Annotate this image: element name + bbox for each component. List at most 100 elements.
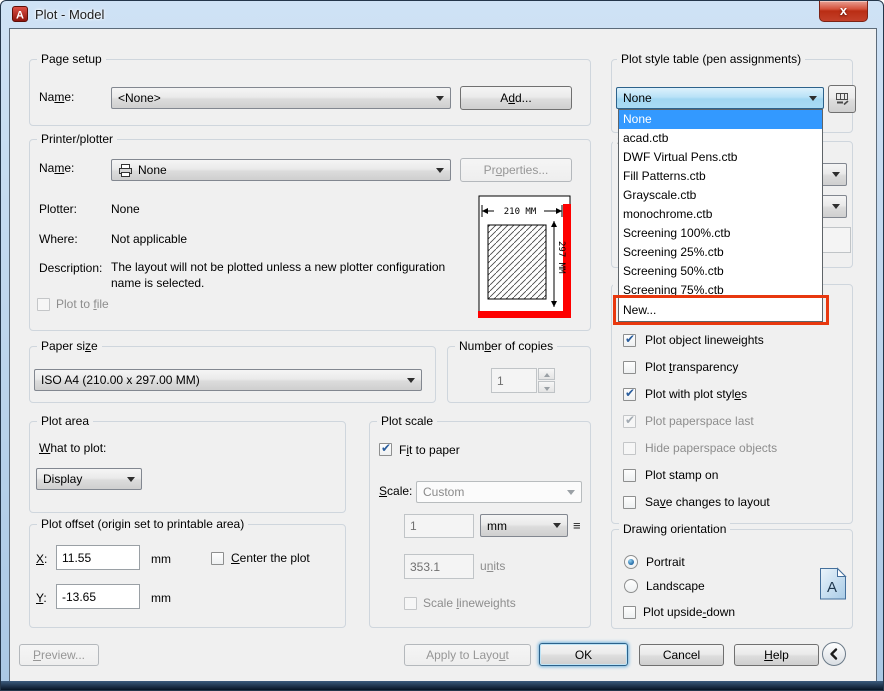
plotter-label: Plotter: — [39, 202, 77, 216]
orientation-paper-icon: A — [819, 567, 847, 601]
plot-with-plot-styles-label: Plot with plot styles — [645, 387, 747, 401]
page-setup-name-dropdown[interactable]: <None> — [111, 87, 451, 109]
printer-icon — [118, 164, 133, 177]
scale-lineweights-label: Scale lineweights — [423, 596, 516, 610]
dropdown-option-monochrome[interactable]: monochrome.ctb — [619, 205, 822, 224]
printer-name-dropdown[interactable]: None — [111, 159, 451, 181]
description-value: The layout will not be plotted unless a … — [111, 259, 449, 291]
offset-x-input[interactable]: 11.55 — [56, 545, 140, 570]
stepper-down-button[interactable] — [538, 381, 555, 393]
plot-area-group — [29, 421, 346, 513]
copies-input[interactable]: 1 — [491, 368, 537, 393]
plot-paperspace-last-label: Plot paperspace last — [645, 414, 754, 428]
hide-paperspace-objects-checkbox[interactable] — [623, 442, 636, 455]
add-page-setup-button[interactable]: Add... — [460, 86, 572, 110]
printer-group-title: Printer/plotter — [37, 132, 117, 146]
scale-value: Custom — [423, 485, 464, 499]
scale-lineweights-checkbox[interactable] — [404, 597, 417, 610]
edit-plot-style-button[interactable] — [828, 85, 856, 113]
scale-right-input[interactable]: 353.1 — [404, 554, 474, 579]
where-value: Not applicable — [111, 232, 187, 246]
preview-button[interactable]: Preview... — [19, 644, 99, 666]
plotter-value: None — [111, 202, 140, 216]
plot-area-title: Plot area — [37, 414, 93, 428]
description-label: Description: — [39, 261, 102, 275]
dropdown-option-dwf-virtual-pens[interactable]: DWF Virtual Pens.ctb — [619, 148, 822, 167]
plot-paperspace-last-checkbox[interactable] — [623, 415, 636, 428]
scale-unit-value: mm — [487, 519, 507, 533]
plot-to-file-checkbox[interactable] — [37, 298, 50, 311]
printer-name-value: None — [138, 163, 167, 177]
plot-stamp-on-checkbox[interactable] — [623, 469, 636, 482]
plot-upside-down-checkbox[interactable] — [623, 606, 636, 619]
save-changes-to-layout-checkbox[interactable] — [623, 496, 636, 509]
autocad-logo-icon: A — [12, 6, 28, 22]
fit-to-paper-label: Fit to paper — [399, 443, 460, 457]
chevron-down-icon — [567, 490, 575, 499]
portrait-radio[interactable] — [624, 555, 638, 569]
ok-button[interactable]: OK — [539, 643, 628, 666]
plot-style-dropdown-list: None acad.ctb DWF Virtual Pens.ctb Fill … — [618, 109, 823, 322]
plot-with-plot-styles-checkbox[interactable] — [623, 388, 636, 401]
scale-dropdown[interactable]: Custom — [416, 481, 582, 503]
dropdown-option-acad[interactable]: acad.ctb — [619, 129, 822, 148]
paper-size-value: ISO A4 (210.00 x 297.00 MM) — [41, 373, 200, 387]
stepper-up-button[interactable] — [538, 368, 555, 380]
center-plot-checkbox[interactable] — [211, 552, 224, 565]
offset-x-label: X: — [36, 552, 47, 566]
plot-style-title: Plot style table (pen assignments) — [617, 52, 805, 66]
paper-size-dropdown[interactable]: ISO A4 (210.00 x 297.00 MM) — [34, 369, 422, 391]
dropdown-option-none[interactable]: None — [619, 110, 822, 129]
preview-height-dim: 297 MM — [556, 241, 566, 274]
what-to-plot-dropdown[interactable]: Display — [36, 468, 142, 490]
collapse-options-button[interactable] — [822, 642, 846, 666]
portrait-label: Portrait — [646, 555, 685, 569]
chevron-down-icon — [436, 96, 444, 105]
fit-to-paper-checkbox[interactable] — [379, 443, 392, 456]
plot-upside-down-label: Plot upside-down — [643, 605, 735, 619]
chevron-down-icon — [553, 523, 561, 532]
orientation-letter: A — [827, 579, 837, 596]
landscape-radio[interactable] — [624, 579, 638, 593]
orientation-title: Drawing orientation — [619, 522, 730, 536]
plot-object-lineweights-label: Plot object lineweights — [645, 333, 764, 347]
close-button[interactable]: x — [819, 1, 868, 22]
plot-object-lineweights-checkbox[interactable] — [623, 334, 636, 347]
help-button[interactable]: Help — [734, 644, 819, 666]
apply-to-layout-button[interactable]: Apply to Layout — [404, 644, 531, 666]
plot-transparency-checkbox[interactable] — [623, 361, 636, 374]
arrow-up-icon — [544, 370, 550, 377]
plot-transparency-label: Plot transparency — [645, 360, 738, 374]
dropdown-option-grayscale[interactable]: Grayscale.ctb — [619, 186, 822, 205]
cancel-button[interactable]: Cancel — [639, 644, 724, 666]
page-setup-name-value: <None> — [118, 91, 161, 105]
svg-text:A: A — [16, 10, 24, 22]
chevron-down-icon — [809, 96, 817, 105]
dropdown-option-screening-75[interactable]: Screening 75%.ctb — [619, 281, 822, 300]
scale-left-input[interactable]: 1 — [404, 514, 474, 538]
center-plot-label: Center the plot — [231, 551, 310, 565]
paper-size-title: Paper size — [37, 339, 102, 353]
dropdown-option-screening-50[interactable]: Screening 50%.ctb — [619, 262, 822, 281]
scale-unit-dropdown[interactable]: mm — [480, 514, 568, 537]
printer-name-label: Name: — [39, 161, 74, 175]
offset-x-unit: mm — [151, 552, 171, 566]
copies-title: Number of copies — [455, 339, 557, 353]
dropdown-option-new[interactable]: New... — [619, 300, 822, 321]
dropdown-option-fill-patterns[interactable]: Fill Patterns.ctb — [619, 167, 822, 186]
offset-y-input[interactable]: -13.65 — [56, 584, 140, 609]
page-setup-name-label: Name: — [39, 90, 74, 104]
preview-width-dim: 210 MM — [504, 207, 537, 217]
plot-style-dropdown[interactable]: None — [616, 87, 824, 109]
properties-button[interactable]: Properties... — [460, 158, 572, 182]
dialog-body: Page setup Name: <None> Add... Printer/p… — [9, 28, 877, 683]
copies-stepper[interactable] — [538, 368, 555, 393]
paper-preview: 210 MM 297 MM — [478, 195, 580, 325]
dropdown-option-screening-25[interactable]: Screening 25%.ctb — [619, 243, 822, 262]
dropdown-option-screening-100[interactable]: Screening 100%.ctb — [619, 224, 822, 243]
units-label: units — [480, 559, 505, 573]
title-bar[interactable]: A Plot - Model x — [1, 1, 883, 28]
window-title: Plot - Model — [35, 7, 104, 22]
plot-dialog-window: A Plot - Model x Page setup Name: <None>… — [0, 0, 884, 691]
what-to-plot-value: Display — [43, 472, 82, 486]
